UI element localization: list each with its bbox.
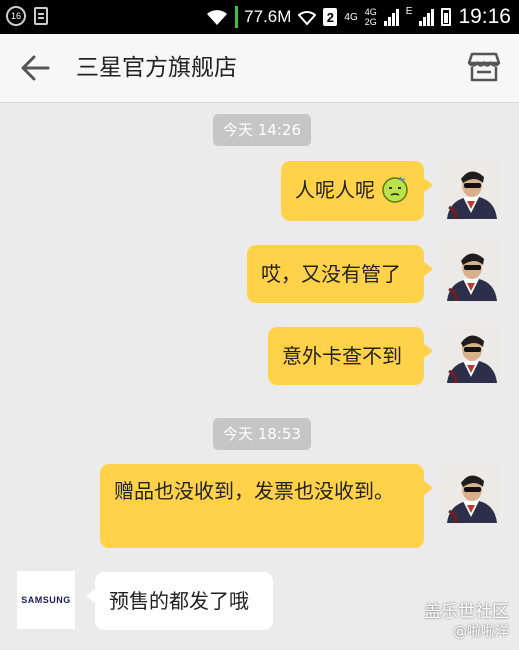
battery-icon [441, 8, 452, 26]
message-text: 预售的都发了哦 [109, 589, 249, 613]
outgoing-message-bubble: 赠品也没收到，发票也没收到。 [100, 464, 433, 548]
signal-icon [383, 8, 399, 26]
network-4g-top: 4G [364, 7, 377, 17]
timestamp-chip: 今天 14:26 [213, 114, 311, 146]
outgoing-message-bubble: 意外卡查不到 [268, 327, 433, 385]
network-2g-bottom: 2G [364, 17, 377, 27]
timestamp-chip: 今天 18:53 [213, 418, 311, 450]
status-bar: 16 77.6M 2 4G 4G 2G E 19:16 [0, 0, 519, 34]
back-arrow-icon[interactable] [20, 54, 50, 82]
wifi-call-icon [298, 11, 317, 26]
network-4g-label: 4G [344, 11, 358, 23]
incoming-message-bubble: 预售的都发了哦 [86, 572, 273, 630]
watermark-handle: @啦啦洋 [453, 624, 509, 640]
user-avatar[interactable] [441, 325, 499, 383]
watermark: 盖乐世社区 @啦啦洋 [424, 602, 509, 642]
message-text: 人呢人呢 [295, 178, 375, 202]
user-avatar[interactable] [441, 161, 499, 219]
outgoing-message-bubble: 哎，又没有管了 [247, 245, 433, 303]
store-icon[interactable] [467, 50, 501, 84]
chat-header: 三星官方旗舰店 [0, 34, 519, 103]
network-4g2g-label: 4G 2G [365, 7, 377, 27]
document-icon [34, 7, 48, 25]
samsung-logo[interactable]: SAMSUNG [17, 571, 75, 629]
user-avatar[interactable] [441, 243, 499, 301]
status-time: 19:16 [458, 5, 511, 28]
sim-badge: 2 [323, 8, 338, 26]
message-text: 赠品也没收到，发票也没收到。 [114, 479, 394, 503]
wifi-icon [207, 10, 228, 25]
page-title: 三星官方旗舰店 [76, 55, 237, 81]
notification-count-badge: 16 [6, 6, 26, 26]
network-e-label: E [405, 6, 413, 17]
watermark-title: 盖乐世社区 [424, 602, 509, 622]
network-speed: 77.6M [235, 6, 291, 28]
message-text: 哎，又没有管了 [261, 262, 401, 286]
user-avatar[interactable] [441, 465, 499, 523]
dizzy-emoji-icon [382, 176, 409, 203]
signal-icon-2 [419, 8, 435, 26]
message-text: 意外卡查不到 [282, 344, 402, 368]
outgoing-message-bubble: 人呢人呢 [281, 161, 433, 221]
